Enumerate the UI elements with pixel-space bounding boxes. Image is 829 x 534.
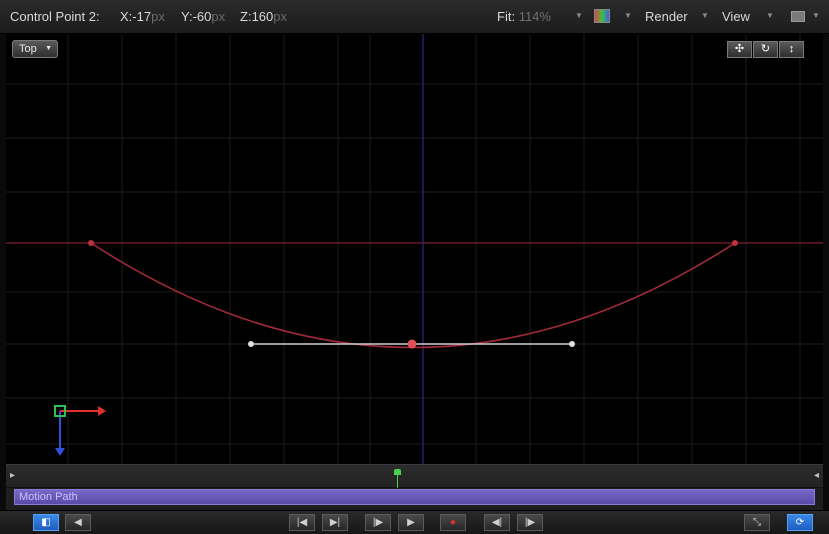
- mini-timeline: ▸ ◂ Motion Path: [6, 464, 823, 510]
- y-axis-arrow-icon: [55, 448, 65, 456]
- y-value: -60: [192, 9, 212, 24]
- view-menu[interactable]: View: [722, 9, 750, 24]
- fit-zoom-popup[interactable]: Fit: 114%: [497, 9, 551, 24]
- pan-icon[interactable]: ✣: [727, 41, 752, 58]
- axis-gizmo: [54, 405, 106, 456]
- viewport-canvas[interactable]: Top ▼ ✣ ↻ ↕: [6, 34, 823, 464]
- z-value: 160: [251, 9, 274, 24]
- control-point-label: Control Point 2:: [10, 9, 100, 24]
- go-to-start-icon[interactable]: |◀: [289, 514, 315, 531]
- x-coordinate: X:-17px: [120, 9, 165, 24]
- play-icon[interactable]: ▶: [398, 514, 424, 531]
- next-keyframe-icon[interactable]: |▶: [517, 514, 543, 531]
- view-chevron-down-icon: ▼: [766, 11, 774, 20]
- y-unit: px: [211, 9, 226, 24]
- out-point-marker-icon[interactable]: ◂: [814, 470, 819, 481]
- path-start-point[interactable]: [88, 240, 94, 246]
- timeline-ruler[interactable]: ▸ ◂: [6, 464, 823, 488]
- x-value: -17: [132, 9, 152, 24]
- z-unit: px: [273, 9, 287, 24]
- fit-value: 114%: [518, 9, 551, 24]
- step-back-icon[interactable]: |▶: [365, 514, 391, 531]
- x-axis-arrow-icon: [98, 406, 106, 416]
- x-label: X:: [120, 9, 133, 24]
- z-coordinate: Z:160px: [240, 9, 287, 24]
- playhead-line: [397, 475, 398, 488]
- fit-label: Fit:: [497, 9, 516, 24]
- orbit-icon[interactable]: ↻: [753, 41, 778, 58]
- z-label: Z:: [240, 9, 252, 24]
- previous-keyframe-icon[interactable]: ◀|: [484, 514, 510, 531]
- in-point-marker-icon[interactable]: ▸: [10, 470, 15, 481]
- x-unit: px: [151, 9, 165, 24]
- motion-canvas-window: Control Point 2: X:-17px Y:-60px Z:160px…: [0, 0, 829, 534]
- toggle-canvas-icon[interactable]: ◧: [33, 514, 59, 531]
- render-chevron-down-icon: ▼: [701, 11, 709, 20]
- camera-view-popup[interactable]: Top ▼: [12, 40, 58, 58]
- y-label: Y:: [181, 9, 193, 24]
- camera-view-label: Top: [19, 43, 37, 55]
- viewport-drawing: [6, 34, 823, 464]
- layout-icon[interactable]: [791, 11, 805, 22]
- canvas-toolbar: Control Point 2: X:-17px Y:-60px Z:160px…: [0, 0, 829, 34]
- record-icon[interactable]: ●: [440, 514, 466, 531]
- y-coordinate: Y:-60px: [181, 9, 225, 24]
- motion-path-track-bar[interactable]: Motion Path: [14, 489, 815, 505]
- render-menu[interactable]: Render: [645, 9, 688, 24]
- play-from-start-icon[interactable]: ▶|: [322, 514, 348, 531]
- track-label: Motion Path: [19, 491, 78, 503]
- dolly-icon[interactable]: ↕: [779, 41, 804, 58]
- path-end-point[interactable]: [732, 240, 738, 246]
- grid: [6, 34, 823, 464]
- loop-icon[interactable]: ⟳: [787, 514, 813, 531]
- bezier-handle-right[interactable]: [569, 341, 575, 347]
- color-channels-icon[interactable]: [594, 9, 610, 23]
- audio-icon[interactable]: ◀: [65, 514, 91, 531]
- fullscreen-icon[interactable]: ⤡: [744, 514, 770, 531]
- channels-chevron-down-icon: ▼: [624, 11, 632, 20]
- selected-control-point[interactable]: [407, 339, 417, 349]
- layout-chevron-down-icon: ▼: [812, 11, 820, 20]
- transport-controls: ◧ ◀ |◀ ▶| |▶ ▶ ● ◀| |▶ ⤡ ⟳: [0, 510, 829, 534]
- bezier-handle-left[interactable]: [248, 341, 254, 347]
- camera-view-chevron-down-icon: ▼: [45, 45, 52, 52]
- fit-chevron-down-icon: ▼: [575, 11, 583, 20]
